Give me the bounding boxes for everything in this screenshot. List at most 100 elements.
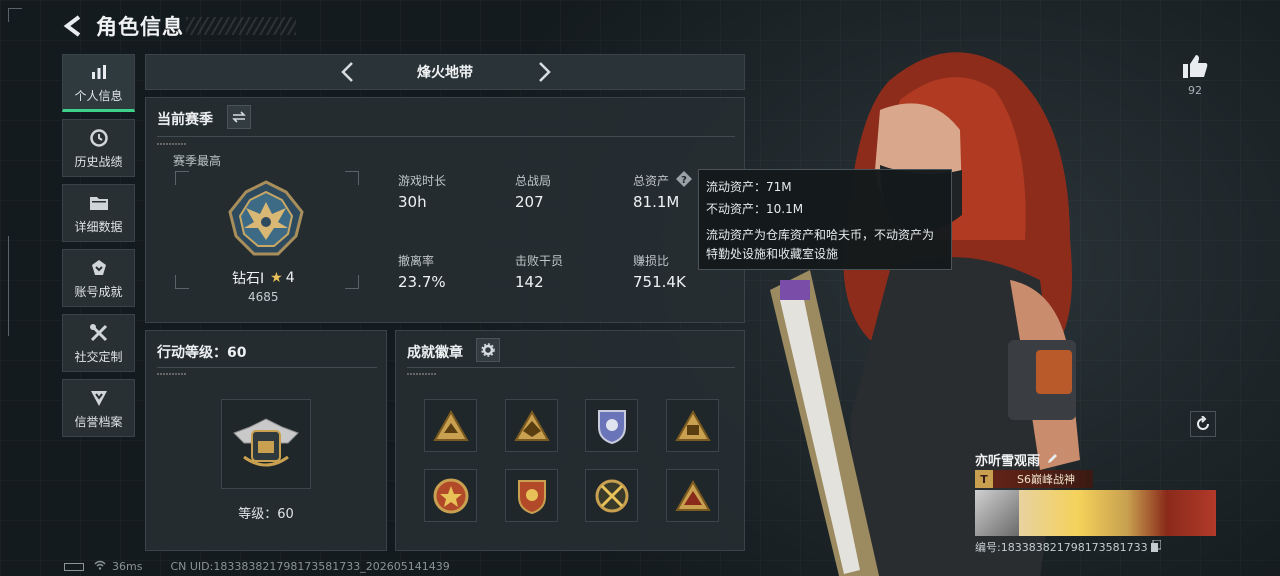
bar-chart-icon	[88, 61, 110, 83]
switch-season-button[interactable]	[227, 105, 251, 129]
help-icon[interactable]: ?	[675, 170, 693, 188]
sidebar: 个人信息 历史战绩 详细数据 账号成就 社交定制 信誉档案	[62, 54, 135, 444]
badge-shield-icon	[517, 479, 546, 514]
sidebar-item-social-custom[interactable]: 社交定制	[62, 314, 135, 372]
sidebar-item-label: 信誉档案	[74, 414, 123, 429]
name-card-banner[interactable]	[975, 490, 1216, 536]
mode-selector: 烽火地带	[145, 54, 745, 90]
player-id: 编号:18338382179817358173​3	[975, 541, 1148, 554]
rank-points: 4685	[248, 290, 279, 304]
badge-round-icon	[433, 478, 468, 513]
sidebar-item-label: 历史战绩	[74, 154, 123, 169]
action-level-title: 行动等级：60	[157, 345, 247, 361]
rank-name: 钻石I	[232, 271, 265, 287]
badge-tile[interactable]	[666, 399, 719, 452]
action-level-panel: 行动等级：60 等级：60	[145, 330, 387, 551]
back-icon[interactable]	[60, 13, 86, 39]
tooltip-description: 流动资产为仓库资产和哈夫币，不动资产为特勤处设施和收藏室设施	[706, 228, 935, 261]
edge-mark	[8, 236, 22, 336]
page-title: 角色信息	[96, 15, 184, 39]
sidebar-item-history[interactable]: 历史战绩	[62, 119, 135, 177]
refresh-button[interactable]	[1190, 411, 1216, 437]
decoration-line	[407, 373, 437, 375]
ping-value: 36ms	[112, 560, 143, 573]
tooltip-liquid-assets: 流动资产：71M	[706, 180, 792, 194]
star-icon: ★	[270, 270, 283, 286]
card-art	[1019, 490, 1216, 536]
edit-name-icon[interactable]	[1046, 450, 1058, 469]
player-id-row: 编号:18338382179817358173​3	[975, 539, 1162, 555]
badge-triangle-icon	[432, 409, 469, 441]
rank-name-row: 钻石I ★ 4	[232, 268, 295, 288]
level-emblem-icon	[221, 399, 311, 489]
rank-title-icon: T	[975, 470, 993, 488]
nickname-row: 亦听雪观雨	[975, 450, 1058, 469]
stat-label-total-matches: 总战局	[515, 174, 552, 188]
assets-tooltip: 流动资产：71M 不动资产：10.1M 流动资产为仓库资产和哈夫币，不动资产为特…	[698, 169, 952, 270]
badge-tile[interactable]	[424, 399, 477, 452]
decoration-line	[157, 373, 187, 375]
level-text: 等级：60	[238, 507, 294, 522]
history-icon	[88, 127, 110, 149]
divider	[157, 136, 735, 137]
sidebar-item-label: 个人信息	[74, 88, 123, 103]
badge-tile[interactable]	[585, 469, 638, 522]
badge-settings-button[interactable]	[476, 338, 500, 362]
badge-crossed-icon	[595, 479, 628, 512]
thumbs-up-icon	[1183, 55, 1208, 78]
rank-title-badge: T S6巅峰战神	[975, 470, 1093, 488]
sidebar-item-label: 社交定制	[74, 349, 123, 364]
rank-stars: 4	[285, 270, 295, 286]
sidebar-item-label: 账号成就	[74, 284, 123, 299]
svg-text:?: ?	[681, 175, 687, 186]
title-decoration	[186, 17, 296, 35]
shield-icon	[88, 387, 110, 409]
sidebar-item-personal-info[interactable]: 个人信息	[62, 54, 135, 112]
badge-shield-icon	[597, 409, 626, 444]
stat-label-operators-defeated: 击败干员	[515, 254, 564, 268]
status-footer: 36ms CN UID:18338382179817358173​3_20260…	[64, 560, 450, 573]
tools-icon	[88, 322, 110, 344]
badge-tile[interactable]	[505, 469, 558, 522]
badge-triangle-icon	[674, 479, 711, 511]
badge-tile[interactable]	[505, 399, 558, 452]
badge-tile[interactable]	[666, 469, 719, 522]
card-avatar	[975, 490, 1019, 536]
tooltip-fixed-assets: 不动资产：10.1M	[706, 202, 804, 216]
uid-text: CN UID:18338382179817358173​3_2026051414…	[170, 560, 450, 573]
divider	[407, 367, 735, 368]
stat-value-operators-defeated: 142	[515, 273, 544, 291]
achievement-badges-panel: 成就徽章	[395, 330, 745, 551]
like-count: 92	[1188, 84, 1202, 97]
sidebar-item-achievements[interactable]: 账号成就	[62, 249, 135, 307]
season-best-label: 赛季最高	[173, 154, 222, 168]
folder-icon	[88, 192, 110, 214]
prev-mode-arrow-icon[interactable]	[334, 59, 360, 85]
corner-mark	[8, 8, 22, 22]
season-title: 当前赛季	[157, 112, 213, 128]
mode-name: 烽火地带	[417, 65, 473, 81]
stat-label-playtime: 游戏时长	[398, 174, 447, 188]
gear-icon	[481, 343, 495, 357]
copy-icon[interactable]	[1150, 539, 1162, 555]
stat-label-extraction-rate: 撤离率	[398, 254, 435, 268]
badge-tile[interactable]	[585, 399, 638, 452]
badges-title: 成就徽章	[407, 345, 463, 361]
badge-tile[interactable]	[424, 469, 477, 522]
swap-icon	[232, 111, 246, 123]
like-button[interactable]	[1181, 53, 1209, 83]
battery-icon	[64, 562, 84, 571]
stat-value-extraction-rate: 23.7%	[398, 273, 446, 291]
next-mode-arrow-icon[interactable]	[532, 59, 558, 85]
sidebar-item-reputation[interactable]: 信誉档案	[62, 379, 135, 437]
stat-value-total-matches: 207	[515, 193, 544, 211]
diamond-rank-emblem-icon	[224, 178, 308, 266]
stat-value-total-assets: 81.1M	[633, 193, 680, 211]
season-panel: 当前赛季 赛季最高 钻石I ★ 4 4685 游戏时长 30h 总战局 207 …	[145, 97, 745, 323]
header: 角色信息	[60, 10, 296, 42]
nickname: 亦听雪观雨	[975, 454, 1041, 469]
refresh-icon	[1197, 416, 1209, 430]
achievement-icon	[88, 257, 110, 279]
sidebar-item-label: 详细数据	[74, 219, 123, 234]
sidebar-item-detail-data[interactable]: 详细数据	[62, 184, 135, 242]
